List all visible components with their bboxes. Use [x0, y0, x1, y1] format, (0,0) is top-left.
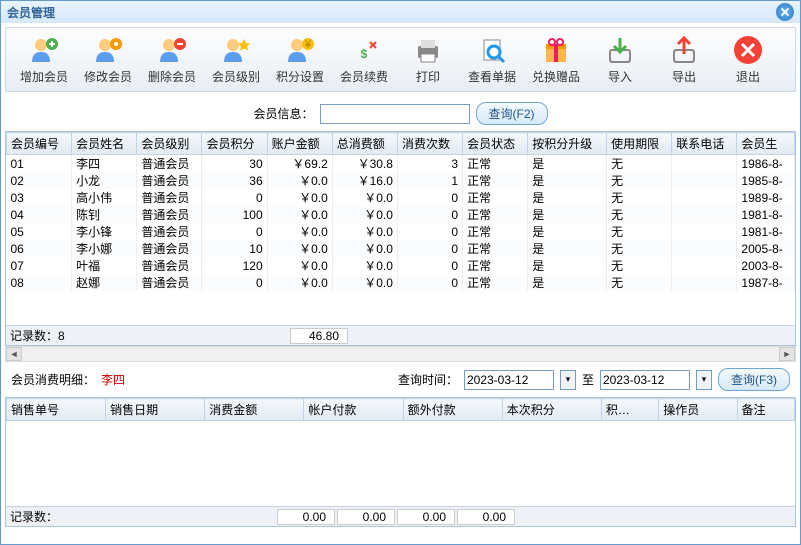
print-button[interactable]: 打印: [400, 34, 456, 85]
to-label: 至: [582, 371, 594, 388]
col-header[interactable]: 会员级别: [137, 133, 202, 155]
member-level-button[interactable]: 会员级别: [208, 34, 264, 85]
add-member-icon: [28, 34, 60, 66]
import-button[interactable]: 导入: [592, 34, 648, 85]
col-header[interactable]: 会员编号: [7, 133, 72, 155]
col-header[interactable]: 操作员: [659, 399, 737, 421]
svg-text:$: $: [361, 47, 368, 61]
print-icon: [412, 34, 444, 66]
table-row[interactable]: 05李小锋普通会员 0￥0.0￥0.0 0正常是无1981-8-: [7, 223, 795, 240]
exit-label: 退出: [736, 68, 760, 85]
table-row[interactable]: 08赵娜普通会员 0￥0.0￥0.0 0正常是无1987-8-: [7, 274, 795, 291]
search-input[interactable]: [320, 104, 470, 124]
col-header[interactable]: 销售单号: [7, 399, 106, 421]
svg-text:¥: ¥: [304, 37, 312, 51]
import-label: 导入: [608, 68, 632, 85]
close-icon[interactable]: [776, 3, 794, 21]
window-title: 会员管理: [7, 4, 776, 21]
member-level-label: 会员级别: [212, 68, 260, 85]
date-to-picker-icon[interactable]: ▾: [696, 370, 712, 390]
export-icon: [668, 34, 700, 66]
edit-member-icon: [92, 34, 124, 66]
sum-v3: 0.00: [397, 509, 455, 525]
table-row[interactable]: 02小龙普通会员 36￥0.0￥16.0 1正常是无1985-8-: [7, 172, 795, 189]
table-row[interactable]: 03高小伟普通会员 0￥0.0￥0.0 0正常是无1989-8-: [7, 189, 795, 206]
col-header[interactable]: 消费次数: [397, 133, 462, 155]
col-header[interactable]: 帐户付款: [304, 399, 403, 421]
col-header[interactable]: 本次积分: [502, 399, 601, 421]
renew-label: 会员续费: [340, 68, 388, 85]
detail-label: 会员消费明细：: [11, 371, 95, 388]
add-member-label: 增加会员: [20, 68, 68, 85]
export-label: 导出: [672, 68, 696, 85]
del-member-button[interactable]: 删除会员: [144, 34, 200, 85]
sum-v4: 0.00: [457, 509, 515, 525]
col-header[interactable]: 消费金额: [205, 399, 304, 421]
view-doc-button[interactable]: 查看单据: [464, 34, 520, 85]
col-header[interactable]: 会员状态: [463, 133, 528, 155]
members-grid: 会员编号会员姓名会员级别会员积分账户金额总消费额消费次数会员状态按积分升级使用期…: [5, 131, 796, 346]
edit-member-button[interactable]: 修改会员: [80, 34, 136, 85]
query-detail-button[interactable]: 查询(F3): [718, 368, 790, 391]
date-from-input[interactable]: [464, 370, 554, 390]
import-icon: [604, 34, 636, 66]
points-set-icon: ¥: [284, 34, 316, 66]
titlebar: 会员管理: [1, 1, 800, 23]
detail-grid: 销售单号销售日期消费金额帐户付款额外付款本次积分积…操作员备注 记录数： 0.0…: [5, 397, 796, 527]
del-member-icon: [156, 34, 188, 66]
redeem-icon: [540, 34, 572, 66]
toolbar: 增加会员 修改会员 删除会员 会员级别 ¥ 积分设置 $ 会员续费 打印 查看单…: [5, 27, 796, 92]
col-header[interactable]: 额外付款: [403, 399, 502, 421]
renew-button[interactable]: $ 会员续费: [336, 34, 392, 85]
table-row[interactable]: 06李小娜普通会员 10￥0.0￥0.0 0正常是无2005-8-: [7, 240, 795, 257]
col-header[interactable]: 积…: [601, 399, 658, 421]
export-button[interactable]: 导出: [656, 34, 712, 85]
date-to-input[interactable]: [600, 370, 690, 390]
col-header[interactable]: 账户金额: [267, 133, 332, 155]
hscroll-1[interactable]: ◄►: [5, 346, 796, 362]
exit-icon: [732, 34, 764, 66]
col-header[interactable]: 销售日期: [106, 399, 205, 421]
col-header[interactable]: 会员积分: [202, 133, 267, 155]
redeem-button[interactable]: 兑换赠品: [528, 34, 584, 85]
summary-total: 46.80: [290, 328, 348, 344]
member-level-icon: [220, 34, 252, 66]
rec-count: 8: [58, 329, 65, 343]
summary-bar-2: 记录数： 0.00 0.00 0.00 0.00: [6, 506, 795, 526]
add-member-button[interactable]: 增加会员: [16, 34, 72, 85]
detail-member-name: 李四: [101, 371, 125, 388]
col-header[interactable]: 按积分升级: [528, 133, 607, 155]
exit-button[interactable]: 退出: [720, 34, 776, 85]
table-row[interactable]: 01李四普通会员 30￥69.2￥30.8 3正常是无1986-8-: [7, 155, 795, 173]
col-header[interactable]: 备注: [737, 399, 794, 421]
renew-icon: $: [348, 34, 380, 66]
del-member-label: 删除会员: [148, 68, 196, 85]
rec-count-label-2: 记录数：: [10, 510, 58, 524]
date-from-picker-icon[interactable]: ▾: [560, 370, 576, 390]
points-set-button[interactable]: ¥ 积分设置: [272, 34, 328, 85]
search-bar: 会员信息： 查询(F2): [1, 96, 800, 131]
edit-member-label: 修改会员: [84, 68, 132, 85]
sum-v1: 0.00: [277, 509, 335, 525]
col-header[interactable]: 会员姓名: [72, 133, 137, 155]
col-header[interactable]: 会员生: [737, 133, 795, 155]
time-label: 查询时间：: [398, 371, 458, 388]
table-row[interactable]: 07叶福普通会员 120￥0.0￥0.0 0正常是无2003-8-: [7, 257, 795, 274]
view-doc-icon: [476, 34, 508, 66]
col-header[interactable]: 联系电话: [672, 133, 737, 155]
search-label: 会员信息：: [253, 105, 313, 122]
col-header[interactable]: 总消费额: [332, 133, 397, 155]
view-doc-label: 查看单据: [468, 68, 516, 85]
table-row[interactable]: 04陈钊普通会员 100￥0.0￥0.0 0正常是无1981-8-: [7, 206, 795, 223]
summary-bar-1: 记录数：8 46.80: [6, 325, 795, 345]
col-header[interactable]: 使用期限: [607, 133, 672, 155]
sum-v2: 0.00: [337, 509, 395, 525]
rec-count-label: 记录数：: [10, 329, 58, 343]
query-button[interactable]: 查询(F2): [476, 102, 548, 125]
redeem-label: 兑换赠品: [532, 68, 580, 85]
print-label: 打印: [416, 68, 440, 85]
detail-filter-bar: 会员消费明细： 李四 查询时间： ▾ 至 ▾ 查询(F3): [1, 362, 800, 397]
points-set-label: 积分设置: [276, 68, 324, 85]
